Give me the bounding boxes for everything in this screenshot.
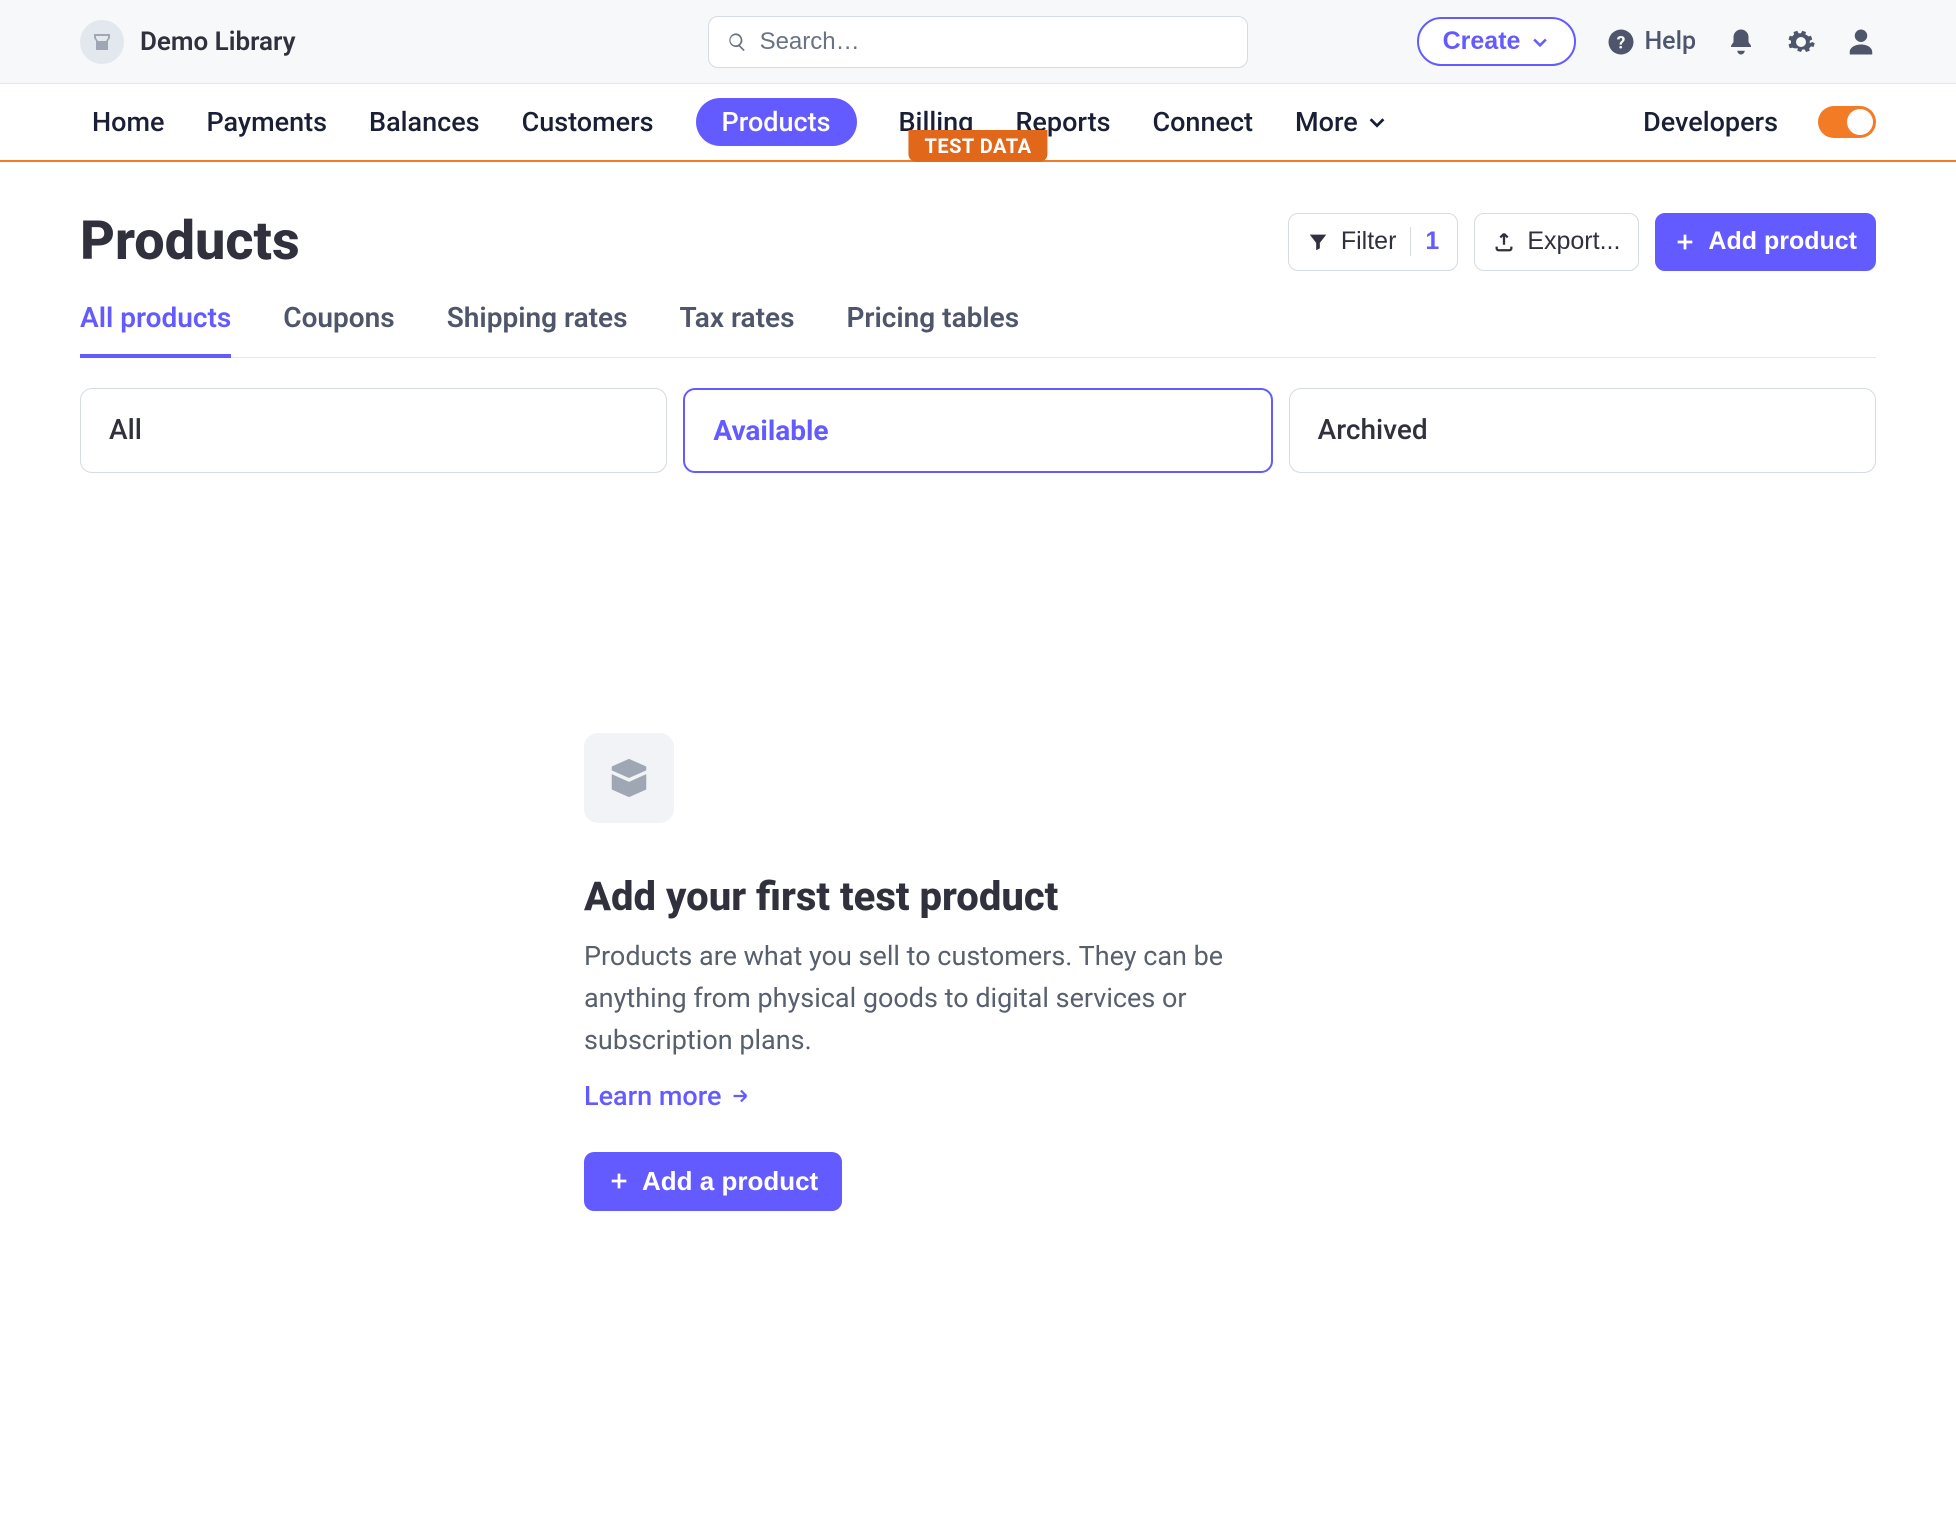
export-button[interactable]: Export... bbox=[1474, 213, 1639, 271]
chevron-down-icon bbox=[1530, 32, 1550, 52]
nav-home[interactable]: Home bbox=[92, 100, 164, 144]
plus-icon bbox=[1674, 231, 1696, 253]
filter-icon bbox=[1307, 231, 1329, 253]
create-button-label: Create bbox=[1443, 27, 1521, 56]
account-switcher[interactable]: Demo Library bbox=[80, 20, 296, 64]
nav-more[interactable]: More bbox=[1295, 100, 1388, 144]
settings-icon[interactable] bbox=[1786, 27, 1816, 57]
nav-products[interactable]: Products bbox=[696, 98, 857, 146]
subtab-shipping-rates[interactable]: Shipping rates bbox=[447, 301, 628, 358]
subtab-coupons[interactable]: Coupons bbox=[283, 301, 394, 358]
status-filter-row: All Available Archived bbox=[80, 388, 1876, 473]
plus-icon bbox=[608, 1170, 630, 1192]
global-search[interactable] bbox=[708, 16, 1248, 68]
product-subtabs: All products Coupons Shipping rates Tax … bbox=[80, 301, 1876, 358]
status-filter-archived[interactable]: Archived bbox=[1289, 388, 1876, 473]
empty-state-icon-box bbox=[584, 733, 674, 823]
add-a-product-label: Add a product bbox=[642, 1166, 818, 1197]
account-logo bbox=[80, 20, 124, 64]
subtab-all-products[interactable]: All products bbox=[80, 301, 231, 358]
page-title: Products bbox=[80, 210, 300, 273]
empty-state-title: Add your first test product bbox=[584, 873, 1304, 920]
empty-state-description: Products are what you sell to customers.… bbox=[584, 936, 1304, 1062]
account-name: Demo Library bbox=[140, 27, 296, 57]
help-icon: ? bbox=[1606, 27, 1636, 57]
create-button[interactable]: Create bbox=[1417, 17, 1577, 66]
svg-text:?: ? bbox=[1617, 33, 1626, 53]
topbar: Demo Library Create ? Help bbox=[0, 0, 1956, 84]
subtab-pricing-tables[interactable]: Pricing tables bbox=[846, 301, 1019, 358]
filter-button[interactable]: Filter 1 bbox=[1288, 213, 1458, 271]
help-label: Help bbox=[1644, 27, 1696, 56]
user-icon[interactable] bbox=[1846, 27, 1876, 57]
primary-nav: Home Payments Balances Customers Product… bbox=[0, 84, 1956, 162]
learn-more-label: Learn more bbox=[584, 1080, 721, 1112]
help-button[interactable]: ? Help bbox=[1606, 27, 1696, 57]
add-a-product-button[interactable]: Add a product bbox=[584, 1152, 842, 1211]
box-icon bbox=[606, 755, 652, 801]
search-input[interactable] bbox=[760, 28, 1229, 56]
filter-count: 1 bbox=[1410, 227, 1439, 256]
nav-customers[interactable]: Customers bbox=[522, 100, 654, 144]
export-label: Export... bbox=[1527, 227, 1620, 256]
subtab-tax-rates[interactable]: Tax rates bbox=[680, 301, 795, 358]
chevron-down-icon bbox=[1366, 111, 1388, 133]
nav-developers[interactable]: Developers bbox=[1643, 106, 1778, 138]
nav-connect[interactable]: Connect bbox=[1152, 100, 1253, 144]
notifications-icon[interactable] bbox=[1726, 27, 1756, 57]
export-icon bbox=[1493, 231, 1515, 253]
store-icon bbox=[90, 30, 114, 54]
empty-state: Add your first test product Products are… bbox=[584, 733, 1304, 1211]
learn-more-link[interactable]: Learn more bbox=[584, 1080, 751, 1112]
add-product-label: Add product bbox=[1708, 227, 1857, 256]
test-data-badge: TEST DATA bbox=[908, 130, 1047, 162]
page-header: Products Filter 1 Export... Add product bbox=[80, 210, 1876, 273]
add-product-button[interactable]: Add product bbox=[1655, 213, 1876, 271]
status-filter-all[interactable]: All bbox=[80, 388, 667, 473]
test-mode-toggle[interactable] bbox=[1818, 106, 1876, 138]
search-icon bbox=[727, 31, 748, 53]
arrow-right-icon bbox=[729, 1085, 751, 1107]
nav-balances[interactable]: Balances bbox=[369, 100, 480, 144]
filter-label: Filter bbox=[1341, 227, 1397, 256]
page-content: Products Filter 1 Export... Add product … bbox=[0, 162, 1956, 1291]
nav-payments[interactable]: Payments bbox=[206, 100, 327, 144]
status-filter-available[interactable]: Available bbox=[683, 388, 1272, 473]
